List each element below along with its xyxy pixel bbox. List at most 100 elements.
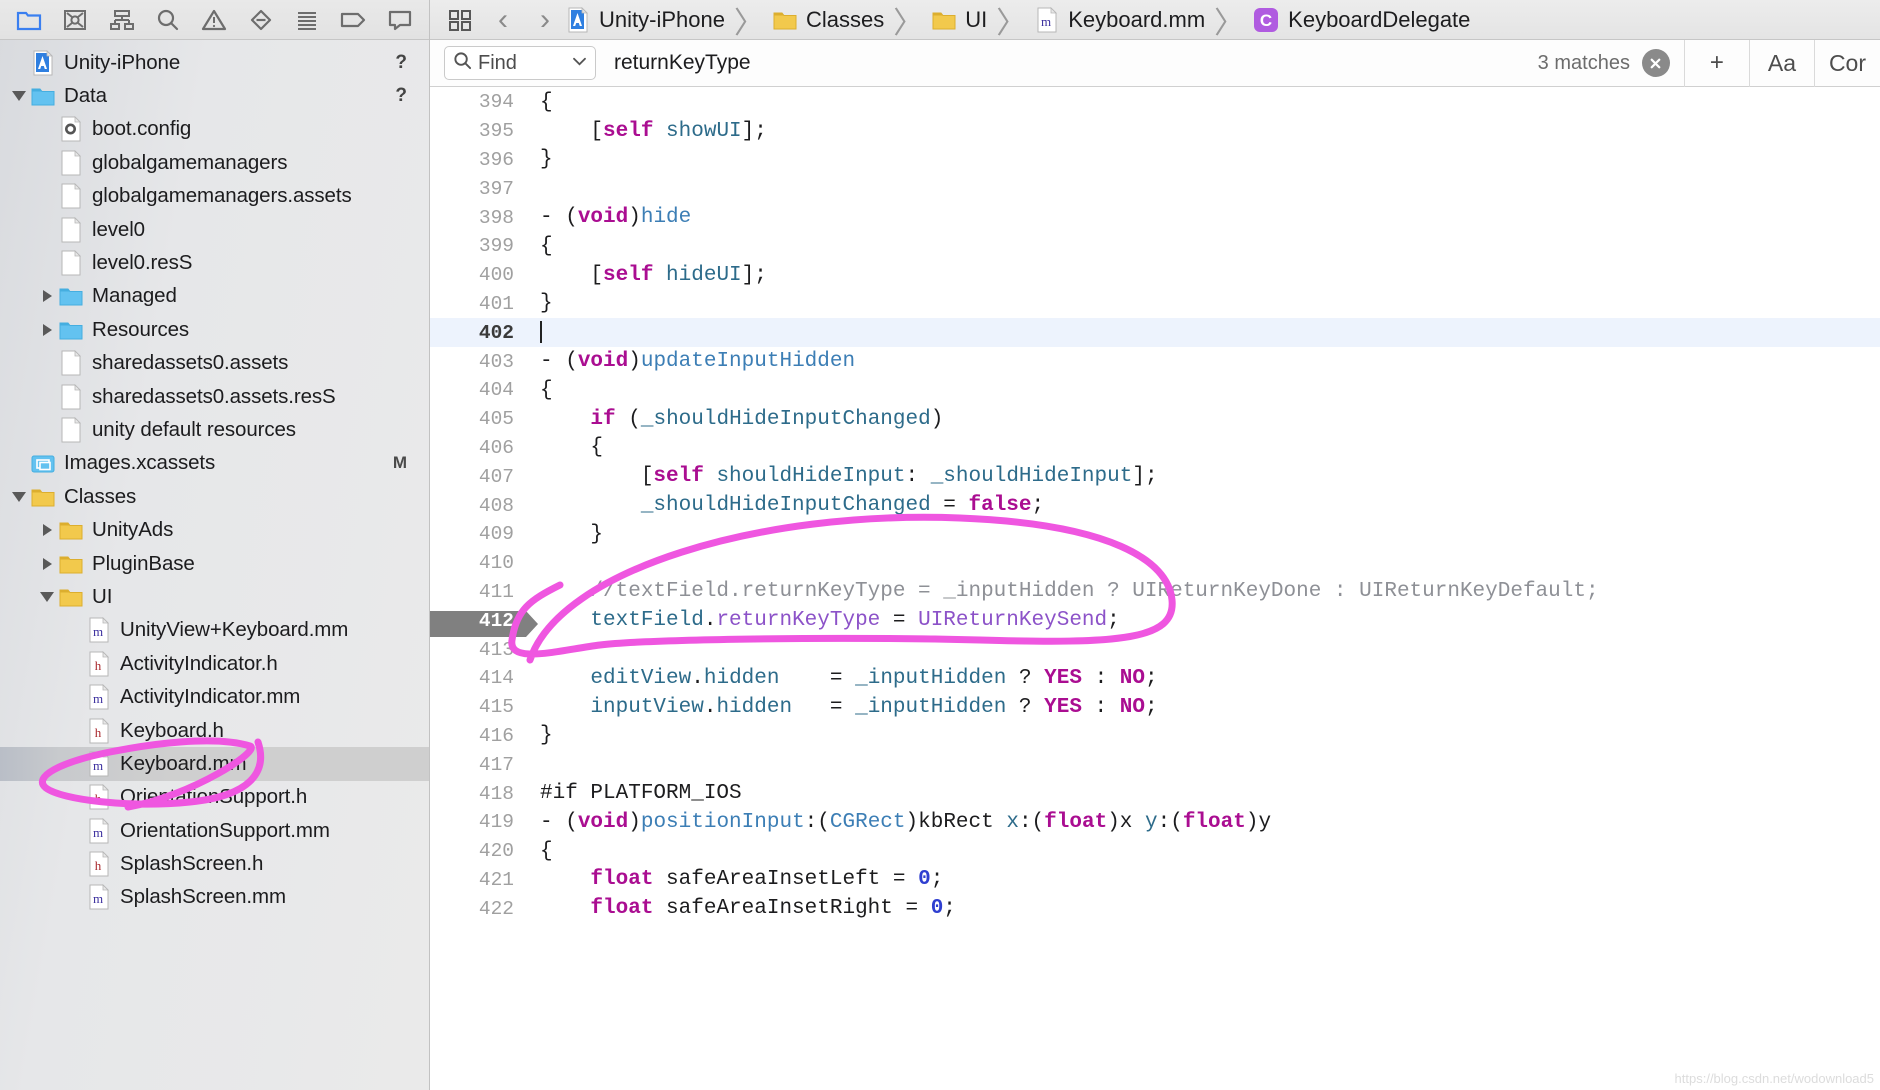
breadcrumb-item[interactable]: m Keyboard.mm <box>1035 7 1205 33</box>
file-tree-row[interactable]: h ActivityIndicator.h <box>0 647 429 680</box>
code-line[interactable]: 406 { <box>430 434 1880 463</box>
code-line-text: - (void)updateInputHidden <box>526 350 855 373</box>
code-line[interactable]: 413 <box>430 635 1880 664</box>
code-line[interactable]: 411 //textField.returnKeyType = _inputHi… <box>430 578 1880 607</box>
chevron-down-icon[interactable] <box>8 491 30 502</box>
code-line[interactable]: 394 { <box>430 88 1880 117</box>
code-line[interactable]: 408 _shouldHideInputChanged = false; <box>430 491 1880 520</box>
line-number: 403 <box>430 351 526 373</box>
code-line[interactable]: 396} <box>430 146 1880 175</box>
code-line[interactable]: 417 <box>430 750 1880 779</box>
code-line[interactable]: 402 <box>430 318 1880 348</box>
code-line[interactable]: 421 float safeAreaInsetLeft = 0; <box>430 866 1880 895</box>
code-line[interactable]: 401} <box>430 290 1880 319</box>
code-line[interactable]: 395 [self showUI]; <box>430 117 1880 146</box>
file-tree-row[interactable]: PluginBase <box>0 547 429 580</box>
debug-navigator-icon[interactable] <box>284 1 330 39</box>
search-input[interactable]: returnKeyType <box>596 46 1538 80</box>
chevron-right-icon[interactable] <box>36 290 58 303</box>
code-line[interactable]: 399 { <box>430 232 1880 261</box>
file-tree-row[interactable]: Unity-iPhone? <box>0 46 429 79</box>
chevron-right-icon[interactable] <box>36 557 58 570</box>
code-line[interactable]: 416} <box>430 722 1880 751</box>
file-tree-row[interactable]: h Keyboard.h <box>0 714 429 747</box>
breadcrumb-item[interactable]: C KeyboardDelegate <box>1253 7 1470 33</box>
source-control-navigator-icon[interactable] <box>52 1 98 39</box>
file-tree[interactable]: Unity-iPhone? Data? boot.config globalgamem… <box>0 40 429 914</box>
test-navigator-icon[interactable] <box>238 1 284 39</box>
file-tree-row[interactable]: Resources <box>0 313 429 346</box>
code-line[interactable]: 420 { <box>430 837 1880 866</box>
file-tree-row[interactable]: h SplashScreen.h <box>0 847 429 880</box>
code-token: x <box>1006 810 1019 834</box>
symbol-navigator-icon[interactable] <box>99 1 145 39</box>
project-navigator-icon[interactable] <box>6 1 52 39</box>
file-tree-row[interactable]: level0 <box>0 213 429 246</box>
code-line[interactable]: 404 { <box>430 376 1880 405</box>
chevron-down-icon[interactable] <box>8 91 30 102</box>
issue-navigator-icon[interactable] <box>191 1 237 39</box>
find-mode-button[interactable]: Cor <box>1815 40 1880 87</box>
code-line[interactable]: 419 - (void)positionInput:(CGRect)kbRect … <box>430 808 1880 837</box>
editor-options-icon[interactable] <box>438 1 482 39</box>
breadcrumb-item[interactable]: Unity-iPhone <box>566 7 725 33</box>
code-line[interactable]: 412 textField.returnKeyType = UIReturnKe… <box>430 606 1880 637</box>
file-tree-row[interactable]: UI <box>0 580 429 613</box>
line-number-value: 405 <box>478 408 514 431</box>
file-tree-row[interactable]: sharedassets0.assets <box>0 347 429 380</box>
code-line[interactable]: 409 } <box>430 520 1880 549</box>
breakpoint-navigator-icon[interactable] <box>330 1 376 39</box>
code-line[interactable]: 403 - (void)updateInputHidden <box>430 347 1880 376</box>
find-navigator-icon[interactable] <box>145 1 191 39</box>
code-line[interactable]: 398 - (void)hide <box>430 203 1880 232</box>
breadcrumb-item[interactable]: Classes <box>773 7 884 33</box>
file-tree-row[interactable]: level0.resS <box>0 246 429 279</box>
file-tree-row[interactable]: Managed <box>0 280 429 313</box>
code-line[interactable]: 410 <box>430 549 1880 578</box>
file-tree-row-label: level0.resS <box>92 251 193 275</box>
match-case-button[interactable]: Aa <box>1750 40 1814 87</box>
code-line[interactable]: 414 editView.hidden = _inputHidden ? YES… <box>430 664 1880 693</box>
file-tree-row[interactable]: Images.xcassets M <box>0 447 429 480</box>
code-token: ]; <box>741 119 767 143</box>
code-line[interactable]: 422 float safeAreaInsetRight = 0; <box>430 894 1880 923</box>
file-tree-row[interactable]: globalgamemanagers.assets <box>0 180 429 213</box>
code-line[interactable]: 418 #if PLATFORM_IOS <box>430 779 1880 808</box>
code-line[interactable]: 407 [self shouldHideInput: _shouldHideIn… <box>430 462 1880 491</box>
chevron-right-icon[interactable] <box>36 524 58 537</box>
file-tree-row[interactable]: m Keyboard.mm <box>0 747 429 781</box>
file-tree-row[interactable]: m ActivityIndicator.mm <box>0 680 429 713</box>
breadcrumb-label: Classes <box>805 6 885 32</box>
code-token: float <box>590 868 654 892</box>
file-tree-row[interactable]: m OrientationSupport.mm <box>0 814 429 847</box>
report-navigator-icon[interactable] <box>377 1 423 39</box>
find-scope-dropdown[interactable]: Find <box>444 46 596 80</box>
code-line[interactable]: 400 [self hideUI]; <box>430 261 1880 290</box>
breadcrumb[interactable]: Unity-iPhone 〉 Classes 〉 UI 〉 m Keyboard.mm 〉 C Ke… <box>566 0 1470 42</box>
chevron-right-icon[interactable] <box>36 323 58 336</box>
navigate-forward-button[interactable]: › <box>524 1 566 39</box>
code-line[interactable]: 397 <box>430 174 1880 203</box>
code-line[interactable]: 415 inputView.hidden = _inputHidden ? YE… <box>430 693 1880 722</box>
code-line-text: } <box>526 724 553 747</box>
file-tree-row[interactable]: m UnityView+Keyboard.mm <box>0 614 429 647</box>
file-tree-row[interactable]: Data? <box>0 79 429 112</box>
file-tree-row[interactable]: UnityAds <box>0 513 429 546</box>
clear-circle-icon[interactable] <box>1641 49 1670 77</box>
navigate-back-button[interactable]: ‹ <box>482 1 524 39</box>
file-tree-row[interactable]: sharedassets0.assets.resS <box>0 380 429 413</box>
svg-text:m: m <box>93 758 103 773</box>
chevron-down-icon[interactable] <box>36 591 58 602</box>
file-tree-row[interactable]: m SplashScreen.mm <box>0 881 429 914</box>
add-find-button[interactable]: + <box>1685 40 1749 87</box>
file-tree-row[interactable]: unity default resources <box>0 413 429 446</box>
file-tree-row[interactable]: globalgamemanagers <box>0 146 429 179</box>
code-token: void <box>577 810 629 834</box>
code-line[interactable]: 405 if (_shouldHideInputChanged) <box>430 405 1880 434</box>
code-editor[interactable]: 394{395 [self showUI]; 396} 397 398- (void)… <box>430 88 1880 1090</box>
breadcrumb-item[interactable]: UI <box>932 7 987 33</box>
file-tree-row[interactable]: boot.config <box>0 113 429 146</box>
file-tree-row[interactable]: h OrientationSupport.h <box>0 781 429 814</box>
code-token: ) <box>628 810 641 834</box>
file-tree-row[interactable]: Classes <box>0 480 429 513</box>
